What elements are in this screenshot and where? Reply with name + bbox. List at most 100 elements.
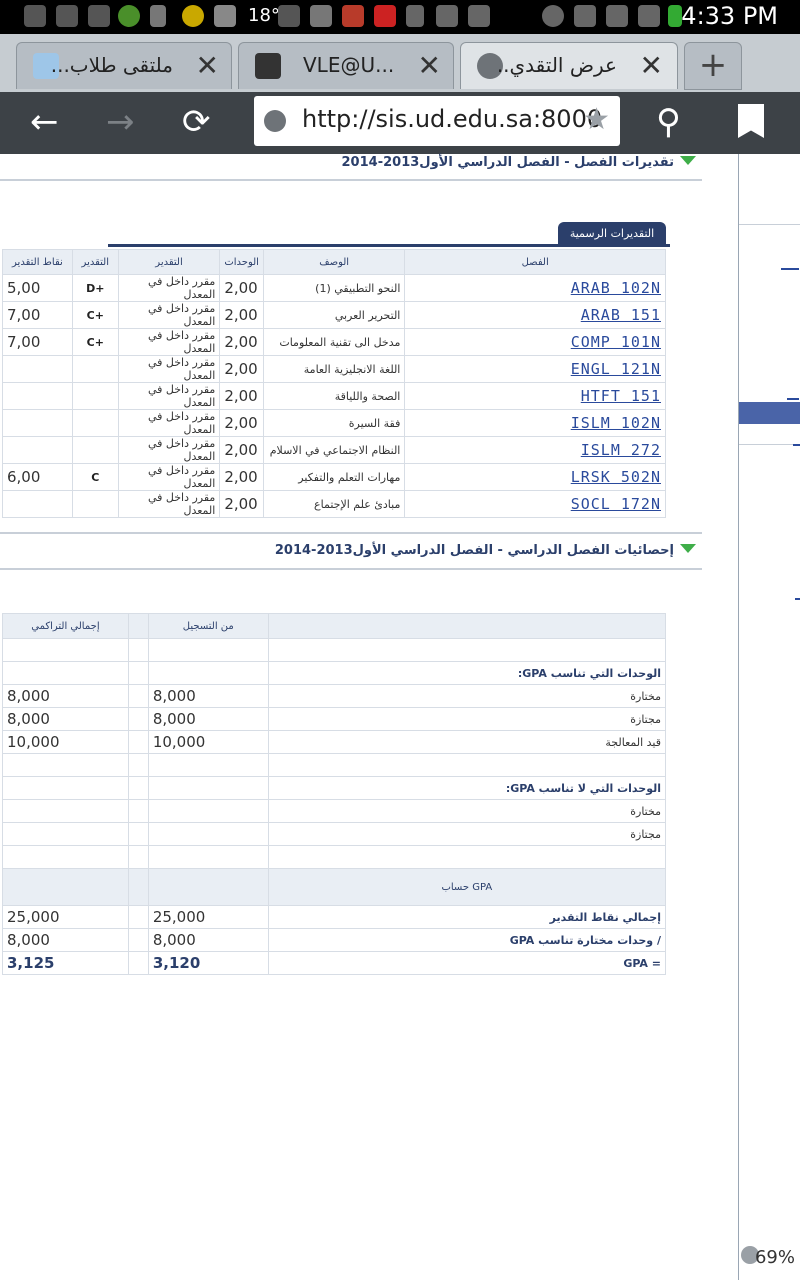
cell-description: فقة السيرة: [262, 409, 406, 437]
spacer-cell: [2, 868, 129, 906]
course-link[interactable]: ENGL 121N: [571, 360, 661, 378]
flash-icon: [374, 5, 396, 27]
collapse-toggle-icon[interactable]: [680, 156, 696, 165]
tab-grades[interactable]: عرض التقدي.. ✕: [460, 42, 678, 89]
course-link[interactable]: ARAB 102N: [571, 279, 661, 297]
search-button[interactable]: ⚲: [656, 102, 681, 142]
cell-points: [2, 409, 73, 437]
table-row: 7,00 C+ مقرر داخل في المعدل 2,00 التحرير الع…: [2, 301, 666, 329]
spacer-cell: [267, 613, 667, 639]
new-tab-button[interactable]: +: [684, 42, 742, 90]
reload-button[interactable]: ⟳: [182, 102, 211, 142]
table-row: مقرر داخل في المعدل 2,00 النظام الاجتماعي …: [2, 436, 666, 464]
tab-title: عرض التقدي..: [496, 53, 617, 77]
tab-title: ملتقى طلاب...: [50, 53, 173, 77]
cell-grade: D+: [71, 274, 119, 302]
panel-link[interactable]: [793, 444, 800, 446]
wifi-icon: [606, 5, 628, 27]
close-tab-icon[interactable]: ✕: [196, 49, 219, 82]
eye-icon: [542, 5, 564, 27]
value-passed-term: 8,000: [147, 707, 269, 731]
check-icon: [468, 5, 490, 27]
table-header-row: حساب GPA: [2, 868, 667, 906]
table-row: 7,00 C+ مقرر داخل في المعدل 2,00 مدخل الى تق…: [2, 328, 666, 356]
col-header-course: الفصل: [404, 249, 666, 275]
table-row: 25,000 25,000 إجمالي نقاط التقدير: [2, 905, 667, 929]
download-icon: [406, 5, 424, 27]
label-attempted: مختارة: [267, 684, 667, 708]
table-header-row: نقاط التقدير التقدير التقدير الوحدات الو…: [2, 249, 666, 275]
cell-course: HTFT 151: [404, 382, 666, 410]
cell-course: ISLM 272: [404, 436, 666, 464]
course-link[interactable]: LRSK 502N: [571, 468, 661, 486]
cell-units: 2,00: [219, 382, 264, 410]
cell-points: 6,00: [2, 463, 73, 491]
browser-tab-bar: ملتقى طلاب... ✕ VLE@U... ✕ عرض التقدي.. …: [0, 34, 800, 92]
bbm-icon: [88, 5, 110, 27]
label-nongpa-units: الوحدات التي لا تناسب GPA:: [267, 776, 667, 800]
cell-status: مقرر داخل في المعدل: [117, 409, 221, 437]
close-tab-icon[interactable]: ✕: [418, 49, 441, 82]
cell-units: 2,00: [219, 490, 264, 518]
table-header-row: إجمالي التراكمي من التسجيل: [2, 613, 667, 639]
table-row: مقرر داخل في المعدل 2,00 مبادئ علم الإجتما…: [2, 490, 666, 518]
bookmarks-button[interactable]: [738, 104, 764, 138]
value-inprogress-term: 10,000: [147, 730, 269, 754]
mute-icon: [574, 5, 596, 27]
section-title-grades: تقديرات الفصل - الفصل الدراسي الأول2013-…: [341, 155, 674, 170]
panel-item[interactable]: [739, 424, 800, 445]
panel-link[interactable]: [795, 598, 800, 600]
cell-grade: [71, 409, 119, 437]
back-button[interactable]: ←: [30, 102, 59, 142]
panel-link[interactable]: [781, 268, 799, 270]
divider: [0, 532, 702, 534]
table-row: [2, 845, 667, 869]
header-gpa-calc: حساب GPA: [267, 868, 667, 906]
tab-official-grades[interactable]: التقديرات الرسمية: [558, 222, 666, 246]
collapse-toggle-icon[interactable]: [680, 544, 696, 553]
url-text: http://sis.ud.edu.sa:8000: [302, 105, 603, 133]
label-passed: مجتازة: [267, 822, 667, 846]
col-header-grade: التقدير: [71, 249, 119, 275]
tab-title: VLE@U...: [303, 53, 395, 77]
tab-vle[interactable]: VLE@U... ✕: [238, 42, 454, 89]
value-units-gpa-cum: 8,000: [2, 928, 129, 952]
signal-icon: [638, 5, 660, 27]
course-link[interactable]: HTFT 151: [581, 387, 661, 405]
cell-status: مقرر داخل في المعدل: [117, 463, 221, 491]
tab-multaqa[interactable]: ملتقى طلاب... ✕: [16, 42, 232, 89]
table-row: 8,000 8,000 مختارة: [2, 684, 667, 708]
value-passed-cum: 8,000: [2, 707, 129, 731]
value-inprogress-cum: 10,000: [2, 730, 129, 754]
course-link[interactable]: SOCL 172N: [571, 495, 661, 513]
close-tab-icon[interactable]: ✕: [640, 49, 663, 82]
cell-units: 2,00: [219, 301, 264, 329]
table-row: 10,000 10,000 قيد المعالجة: [2, 730, 667, 754]
panel-link[interactable]: [787, 398, 799, 400]
table-row: 5,00 D+ مقرر داخل في المعدل 2,00 النحو التطب…: [2, 274, 666, 302]
cell-description: النحو التطبيقي (1): [262, 274, 406, 302]
cell-course: ISLM 102N: [404, 409, 666, 437]
forward-button[interactable]: →: [106, 102, 135, 142]
panel-selected-item[interactable]: [739, 402, 800, 424]
gmail-icon: [436, 5, 458, 27]
cell-description: مبادئ علم الإجتماع: [262, 490, 406, 518]
cell-points: [2, 355, 73, 383]
spacer-cell: [127, 613, 149, 639]
cell-course: ARAB 102N: [404, 274, 666, 302]
divider: [0, 568, 702, 570]
cell-points: 7,00: [2, 301, 73, 329]
grades-table: نقاط التقدير التقدير التقدير الوحدات الو…: [2, 249, 666, 518]
label-attempted: مختارة: [267, 799, 667, 823]
course-link[interactable]: ISLM 272: [581, 441, 661, 459]
clock: 4:33 PM: [681, 2, 778, 30]
url-bar[interactable]: http://sis.ud.edu.sa:8000 ★: [254, 96, 620, 146]
temperature: 18°: [248, 5, 280, 26]
cell-course: COMP 101N: [404, 328, 666, 356]
bookmark-star-icon[interactable]: ★: [583, 102, 610, 137]
course-link[interactable]: ARAB 151: [581, 306, 661, 324]
cell-units: 2,00: [219, 436, 264, 464]
course-link[interactable]: COMP 101N: [571, 333, 661, 351]
table-row: 6,00 C مقرر داخل في المعدل 2,00 مهارات التعل…: [2, 463, 666, 491]
course-link[interactable]: ISLM 102N: [571, 414, 661, 432]
